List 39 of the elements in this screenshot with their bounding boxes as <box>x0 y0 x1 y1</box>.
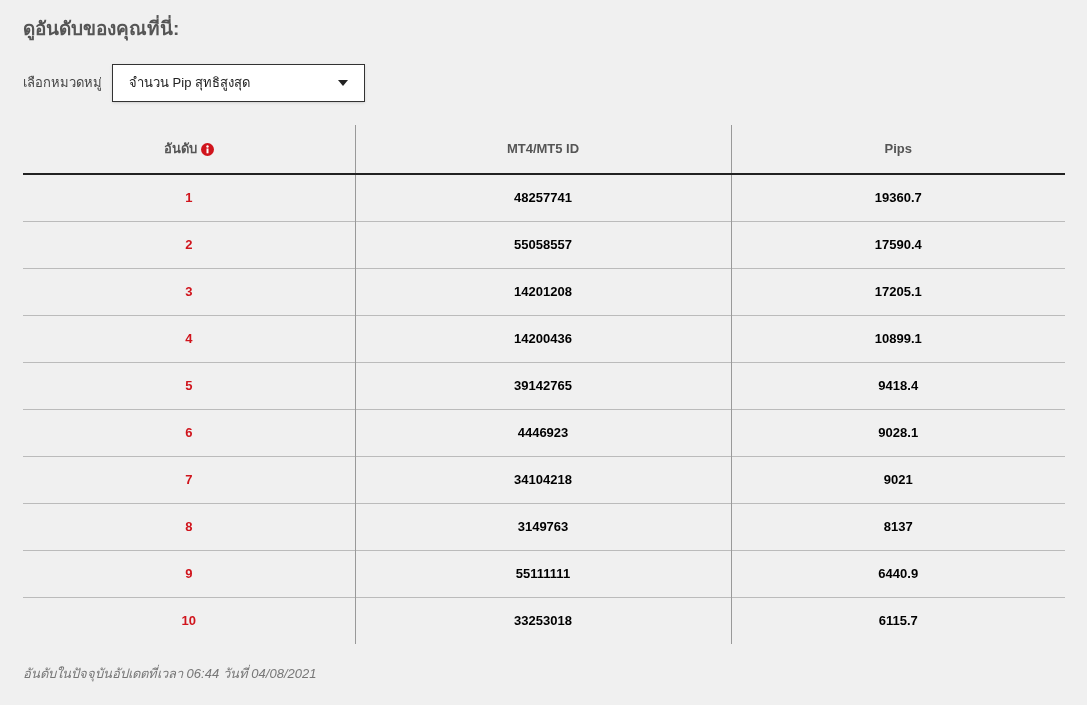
column-header: อันดับ <box>163 140 197 159</box>
pips-cell: 19360.7 <box>874 190 922 205</box>
id-cell: 55111111 <box>515 565 571 581</box>
rank-cell: 1 <box>185 190 193 205</box>
rank-cell: 7 <box>185 471 193 487</box>
id-cell: 4446923 <box>517 424 569 440</box>
pips-cell: 9418.4 <box>878 377 919 393</box>
column-header: Pips <box>884 141 912 157</box>
pips-cell: 8137 <box>883 518 913 534</box>
rank-cell: 10 <box>181 613 196 628</box>
column-header: MT4/MT5 ID <box>506 141 580 157</box>
rank-cell: 3 <box>185 283 193 299</box>
id-cell: 33253018 <box>514 613 572 628</box>
rank-cell: 5 <box>185 377 193 393</box>
id-cell: 14200436 <box>514 330 572 346</box>
rank-cell: 8 <box>185 518 193 534</box>
category-label: เลือกหมวดหมู่ <box>23 74 102 93</box>
info-icon[interactable] <box>200 142 214 156</box>
pips-cell: 9028.1 <box>878 424 919 440</box>
caret-icon <box>338 80 348 86</box>
page-heading: ดูอันดับของคุณที่นี่: <box>23 16 1064 42</box>
pips-cell: 6440.9 <box>878 565 919 581</box>
id-cell: 48257741 <box>514 190 572 205</box>
category-dropdown[interactable]: จำนวน Pip สุทธิสูงสุด <box>112 64 365 102</box>
pips-cell: 9021 <box>883 471 913 487</box>
rank-cell: 4 <box>185 330 193 346</box>
pips-cell: 10899.1 <box>874 330 922 346</box>
id-cell: 55058557 <box>514 236 572 252</box>
pips-cell: 6115.7 <box>878 613 918 628</box>
id-cell: 34104218 <box>514 471 572 487</box>
pips-cell: 17205.1 <box>874 283 922 299</box>
id-cell: 39142765 <box>514 377 572 393</box>
pips-cell: 17590.4 <box>874 236 922 252</box>
update-note: อันดับในปัจจุบันอัปเดตที่เวลา 06:44 วันที่ 04/08/2021 <box>23 664 318 684</box>
rank-cell: 9 <box>185 565 193 581</box>
id-cell: 14201208 <box>514 283 572 299</box>
rank-cell: 6 <box>185 424 193 440</box>
id-cell: 3149763 <box>517 518 569 534</box>
rank-cell: 2 <box>185 236 193 252</box>
